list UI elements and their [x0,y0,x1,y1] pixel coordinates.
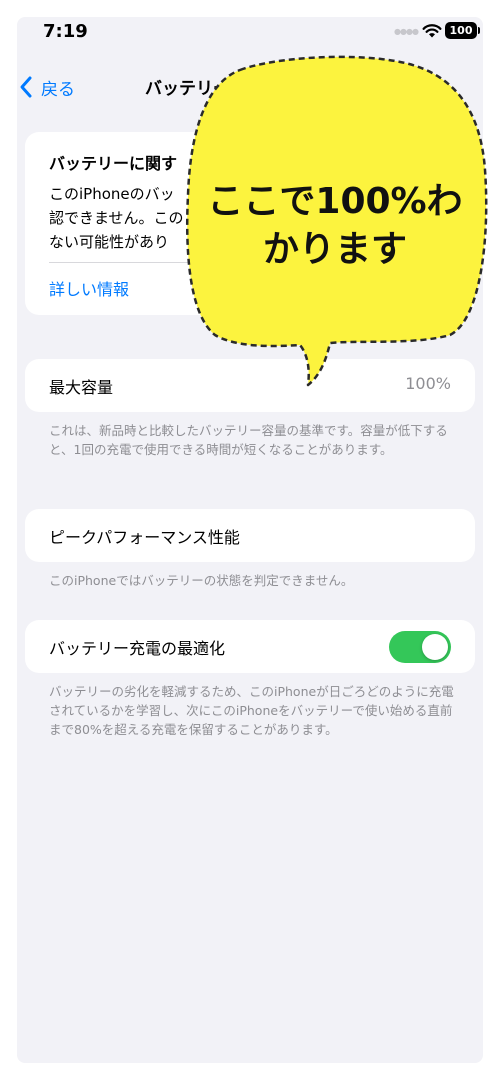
callout-line: ここで100%わ [207,181,463,222]
battery-icon: 100 [445,22,480,39]
cellular-signal-icon: ●●●● [394,27,419,36]
status-bar: 7:19 ●●●● 100 [17,17,483,47]
max-capacity-label: 最大容量 [49,378,114,397]
callout-line: かります [262,229,407,270]
learn-more-link[interactable]: 詳しい情報 [49,276,129,300]
peak-performance-label: ピークパフォーマンス性能 [49,528,240,547]
chevron-left-icon [20,76,32,98]
charging-optimization-label: バッテリー充電の最適化 [49,639,226,658]
info-card-title: バッテリーに関す [49,154,178,173]
back-label: 戻る [41,79,75,100]
toggle-knob [422,634,448,660]
status-time: 7:19 [43,21,88,42]
max-capacity-footer: これは、新品時と比較したバッテリー容量の基準です。容量が低下すると、1回の充電で… [49,423,448,457]
wifi-icon [422,24,442,38]
charging-optimization-row: バッテリー充電の最適化 [25,620,475,673]
back-button[interactable]: 戻る [17,69,75,105]
callout-text: ここで100%わ かります [200,178,470,274]
peak-performance-row: ピークパフォーマンス性能 [25,509,475,562]
peak-performance-footer: このiPhoneではバッテリーの状態を判定できません。 [49,573,354,588]
charging-optimization-footer: バッテリーの劣化を軽減するため、このiPhoneが日ごろどのように充電されている… [49,684,454,737]
charging-optimization-toggle[interactable] [389,631,451,663]
